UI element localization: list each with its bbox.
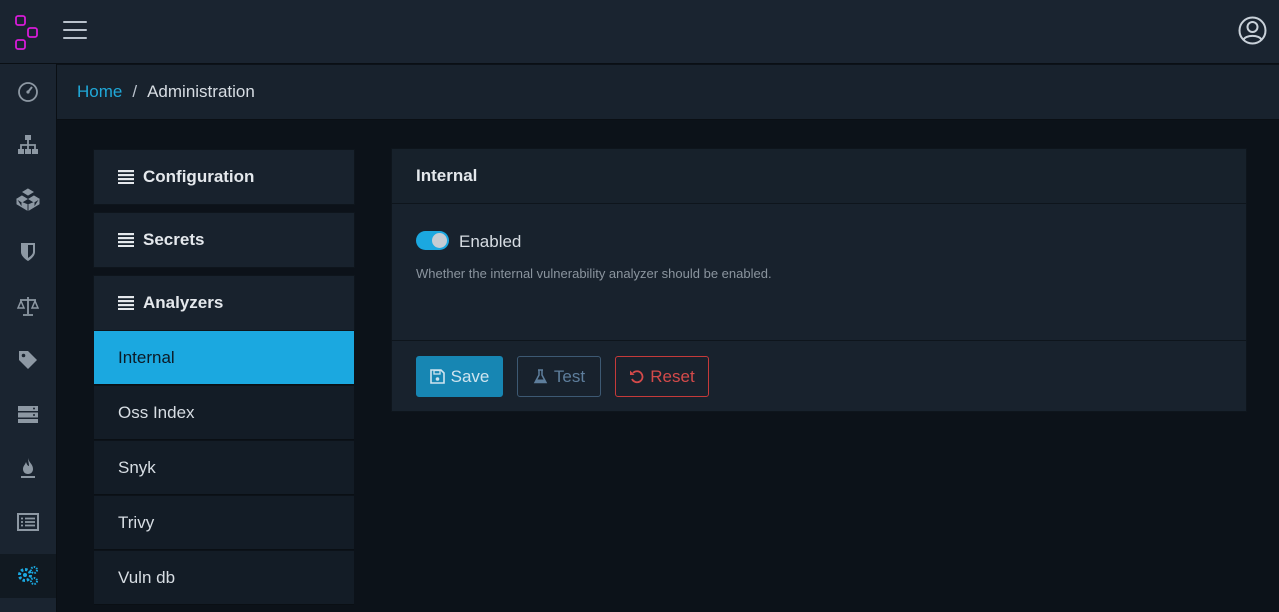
- list-icon: [118, 233, 134, 247]
- user-circle-icon[interactable]: [1238, 16, 1267, 45]
- fire-icon: [21, 458, 35, 478]
- panel-body: Enabled Whether the internal vulnerabili…: [392, 204, 1246, 341]
- sidebar-item-vulnerabilities[interactable]: [0, 230, 56, 274]
- enabled-toggle[interactable]: [416, 231, 449, 250]
- dashboard-gauge-icon: [18, 82, 38, 102]
- breadcrumb-current: Administration: [147, 82, 255, 101]
- list-alt-icon: [17, 513, 39, 531]
- sidebar-item-projects[interactable]: [0, 123, 56, 167]
- sidebar-item-components[interactable]: [0, 177, 56, 221]
- test-button[interactable]: Test: [517, 356, 601, 397]
- nav-section-analyzers[interactable]: Analyzers: [93, 275, 355, 331]
- nav-section-secrets[interactable]: Secrets: [93, 212, 355, 268]
- tag-icon: [19, 351, 37, 369]
- nav-item-oss-index[interactable]: Oss Index: [94, 386, 354, 440]
- sitemap-icon: [18, 135, 38, 154]
- save-icon: [429, 369, 445, 384]
- nav-item-vuln-db[interactable]: Vuln db: [94, 551, 354, 605]
- breadcrumb-separator: /: [132, 82, 138, 101]
- list-icon: [118, 170, 134, 184]
- panel-title: Internal: [392, 149, 1246, 204]
- flask-icon: [533, 369, 548, 384]
- analyzer-settings-panel: Internal Enabled Whether the internal vu…: [391, 148, 1247, 412]
- save-button[interactable]: Save: [416, 356, 503, 397]
- nav-item-snyk[interactable]: Snyk: [94, 441, 354, 495]
- sidebar-item-tags[interactable]: [0, 338, 56, 382]
- server-icon: [18, 406, 38, 423]
- enabled-toggle-label: Enabled: [459, 232, 522, 251]
- sidebar: [0, 64, 57, 612]
- reset-button-label: Reset: [650, 366, 695, 386]
- balance-scale-icon: [16, 297, 40, 316]
- breadcrumb: Home / Administration: [57, 65, 1279, 120]
- nav-section-label: Analyzers: [143, 293, 224, 312]
- toggle-knob: [432, 233, 447, 248]
- nav-section-label: Configuration: [143, 167, 255, 186]
- shield-icon: [21, 243, 35, 261]
- sidebar-item-policies[interactable]: [0, 446, 56, 490]
- cubes-icon: [16, 188, 40, 211]
- top-header: [0, 0, 1279, 64]
- breadcrumb-home-link[interactable]: Home: [77, 82, 122, 102]
- sidebar-item-notifications[interactable]: [0, 500, 56, 544]
- sidebar-item-dashboard[interactable]: [0, 69, 56, 113]
- sidebar-item-licenses[interactable]: [0, 284, 56, 328]
- hamburger-icon[interactable]: [63, 21, 87, 41]
- gears-icon: [18, 566, 38, 585]
- save-button-label: Save: [450, 366, 490, 386]
- reset-button[interactable]: Reset: [615, 356, 709, 397]
- nav-section-configuration[interactable]: Configuration: [93, 149, 355, 205]
- test-button-label: Test: [553, 366, 586, 386]
- sidebar-item-administration[interactable]: [0, 554, 56, 598]
- nav-section-label: Secrets: [143, 230, 205, 249]
- nav-item-internal[interactable]: Internal: [94, 331, 354, 385]
- list-icon: [118, 296, 134, 310]
- panel-footer: Save Test Reset: [392, 341, 1246, 411]
- undo-icon: [630, 370, 644, 384]
- cube-links-logo-icon[interactable]: [14, 14, 40, 52]
- enabled-help-text: Whether the internal vulnerability analy…: [416, 266, 772, 281]
- nav-item-trivy[interactable]: Trivy: [94, 496, 354, 550]
- sidebar-item-services[interactable]: [0, 392, 56, 436]
